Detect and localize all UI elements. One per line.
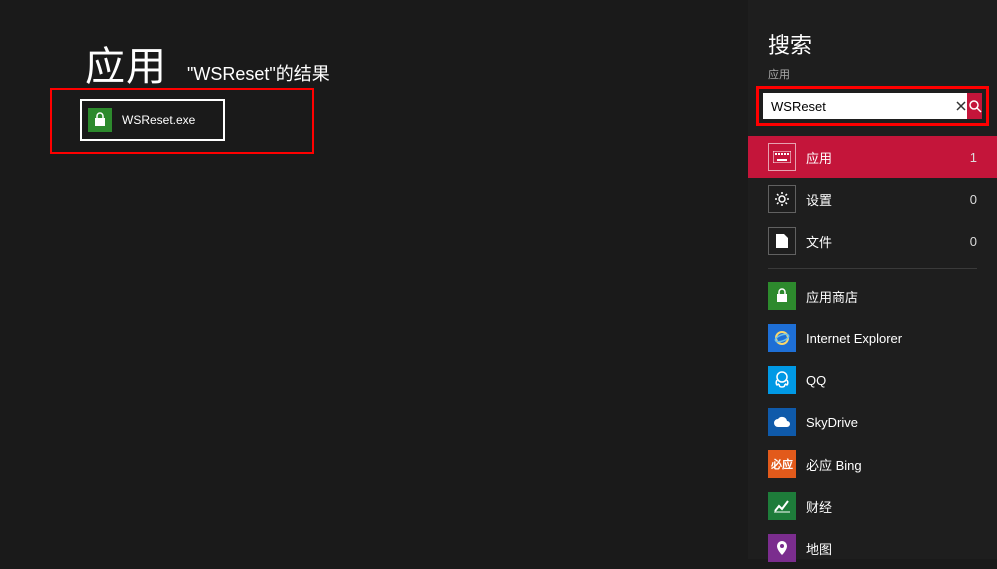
page-subtitle: "WSReset"的结果 (187, 60, 330, 86)
search-input-row (763, 93, 982, 119)
map-icon (768, 534, 796, 562)
app-item-map[interactable]: 地图 (760, 527, 985, 569)
search-scope-label: 应用 (768, 66, 985, 82)
search-category-list: 应用 1 设置 0 文件 0 (748, 136, 997, 262)
page-title: 应用 (85, 34, 167, 92)
category-files[interactable]: 文件 0 (748, 220, 997, 262)
app-item-ie[interactable]: Internet Explorer (760, 317, 985, 359)
search-input[interactable] (763, 93, 955, 119)
cloud-icon (768, 408, 796, 436)
divider (768, 268, 977, 269)
app-label: QQ (806, 373, 826, 388)
title-row: 应用 "WSReset"的结果 (85, 34, 330, 92)
category-label: 应用 (806, 148, 970, 167)
search-result-tile[interactable]: WSReset.exe (80, 99, 225, 141)
app-item-finance[interactable]: 财经 (760, 485, 985, 527)
app-label: 地图 (806, 539, 832, 558)
category-count: 0 (970, 192, 977, 207)
search-button[interactable] (967, 93, 982, 119)
app-item-skydrive[interactable]: SkyDrive (760, 401, 985, 443)
finance-icon (768, 492, 796, 520)
app-label: 应用商店 (806, 287, 858, 306)
app-label: 必应 Bing (806, 455, 862, 474)
gear-icon (768, 185, 796, 213)
search-title: 搜索 (768, 28, 985, 60)
store-icon (768, 282, 796, 310)
bing-icon: 必应 (768, 450, 796, 478)
category-count: 0 (970, 234, 977, 249)
qq-icon (768, 366, 796, 394)
close-icon (956, 101, 966, 111)
app-item-qq[interactable]: QQ (760, 359, 985, 401)
annotation-highlight-searchbox (756, 86, 989, 126)
results-area: 应用 "WSReset"的结果 WSReset.exe (0, 0, 748, 559)
category-settings[interactable]: 设置 0 (748, 178, 997, 220)
ie-icon (768, 324, 796, 352)
search-panel: 搜索 应用 应用 1 设置 0 (748, 0, 997, 559)
keyboard-icon (768, 143, 796, 171)
app-label: 财经 (806, 497, 832, 516)
store-icon (88, 108, 112, 132)
search-app-list: 应用商店 Internet Explorer QQ SkyDrive 必应 必应… (760, 275, 985, 569)
app-label: Internet Explorer (806, 331, 902, 346)
category-label: 文件 (806, 232, 970, 251)
app-item-store[interactable]: 应用商店 (760, 275, 985, 317)
app-label: SkyDrive (806, 415, 858, 430)
category-apps[interactable]: 应用 1 (748, 136, 997, 178)
file-icon (768, 227, 796, 255)
search-icon (968, 99, 982, 113)
category-count: 1 (970, 150, 977, 165)
clear-button[interactable] (955, 93, 967, 119)
category-label: 设置 (806, 190, 970, 209)
app-item-bing[interactable]: 必应 必应 Bing (760, 443, 985, 485)
search-result-label: WSReset.exe (122, 113, 195, 127)
